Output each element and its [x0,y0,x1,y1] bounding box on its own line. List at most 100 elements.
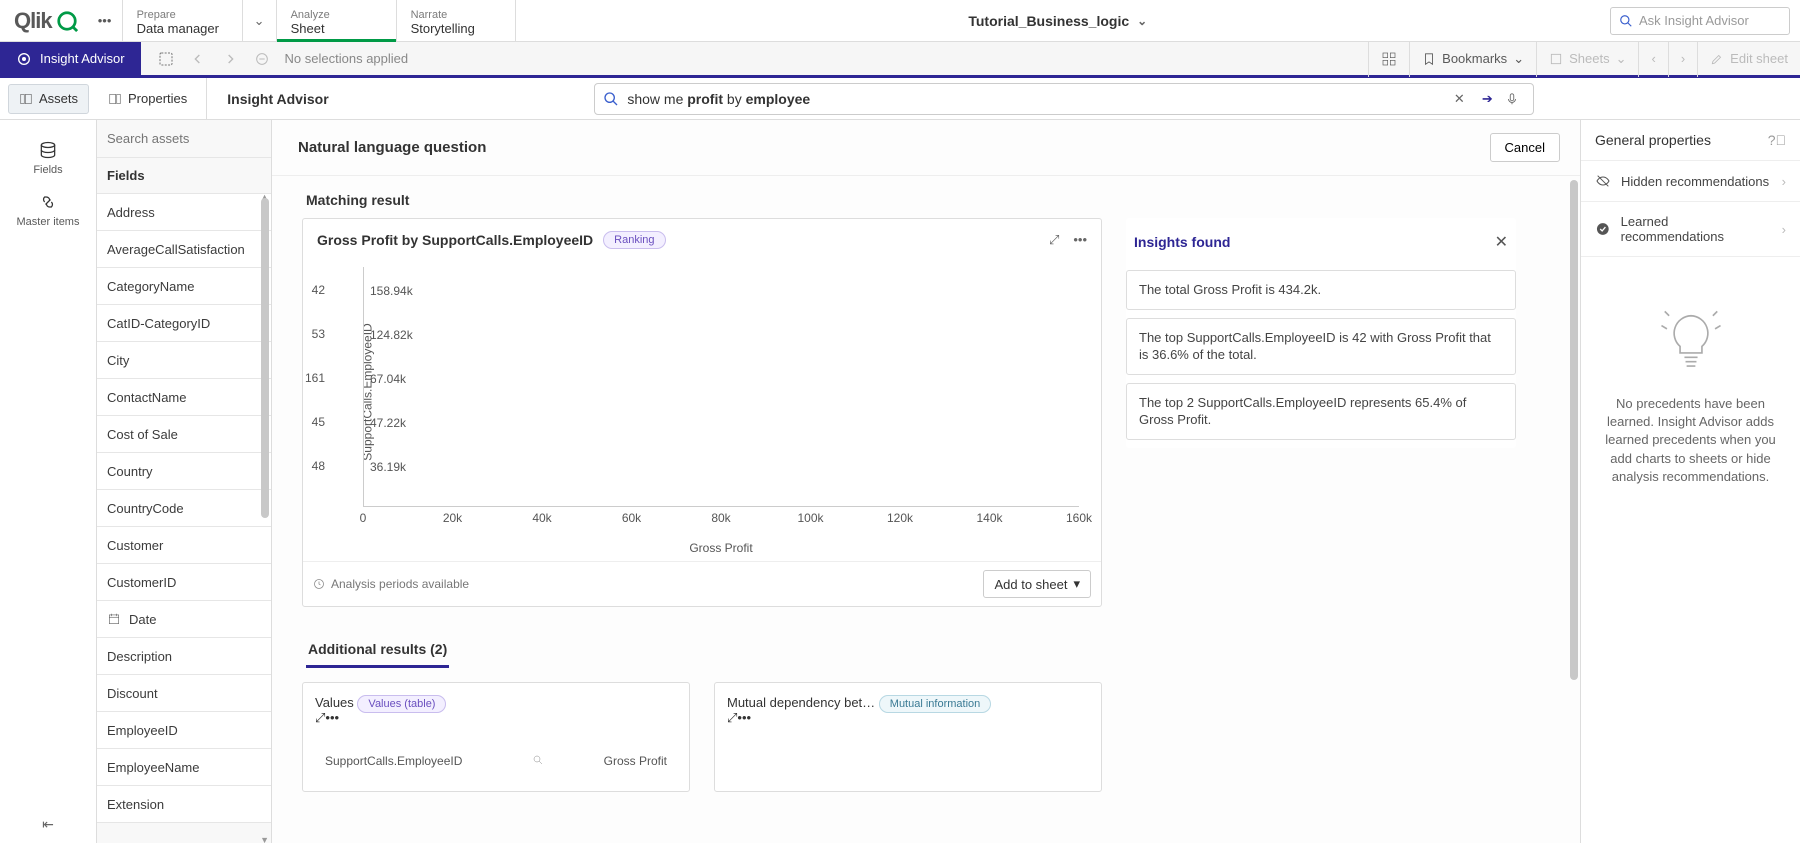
assets-panel: Fields AddressAverageCallSatisfactionCat… [97,120,272,843]
learned-recommendations-item[interactable]: Learned recommendations › [1581,202,1800,257]
additional-results-tab[interactable]: Additional results (2) [306,633,449,668]
help-icon[interactable]: ?⃝ [1768,132,1786,148]
prev-sheet-button[interactable]: ‹ [1638,41,1667,77]
step-back-button[interactable] [183,44,213,74]
bar-value-label: 36.19k [370,460,406,474]
field-item[interactable]: AverageCallSatisfaction [97,231,271,268]
check-circle-icon [1595,221,1611,237]
database-icon [38,140,58,160]
field-item[interactable]: Address [97,194,271,231]
card-menu-button[interactable]: ••• [325,710,339,725]
field-item[interactable]: EmployeeName [97,749,271,786]
search-icon [603,91,619,107]
x-tick: 60k [622,511,641,525]
center-scrollbar[interactable] [1570,180,1578,680]
chevron-down-icon: ⌄ [1513,51,1524,67]
cancel-button[interactable]: Cancel [1490,133,1560,162]
sheet-icon [1549,52,1563,66]
field-item[interactable]: CountryCode [97,490,271,527]
chart-card: Gross Profit by SupportCalls.EmployeeID … [302,218,1102,607]
assets-search-input[interactable] [107,131,261,146]
nav-prepare[interactable]: Prepare Data manager [122,0,242,41]
brand-text: Qlik [14,8,52,34]
properties-toggle[interactable]: Properties [97,84,198,114]
insight-advisor-button[interactable]: Insight Advisor [0,42,141,75]
submit-query-button[interactable]: ➔ [1477,91,1497,107]
x-tick: 120k [887,511,913,525]
assets-scrollbar[interactable]: ▲ ▼ [259,194,271,843]
link-icon [38,192,58,212]
next-sheet-button[interactable]: › [1668,41,1697,77]
field-item[interactable]: Extension [97,786,271,823]
step-forward-button[interactable] [215,44,245,74]
assets-toggle[interactable]: Assets [8,84,89,114]
insight-item: The top 2 SupportCalls.EmployeeID repres… [1126,383,1516,440]
nav-narrate[interactable]: Narrate Storytelling [396,0,516,41]
chevron-down-icon: ⌄ [1616,51,1627,67]
x-tick: 40k [532,511,551,525]
chevron-right-icon: › [1782,174,1786,189]
empty-state-text: No precedents have been learned. Insight… [1601,395,1780,486]
field-item[interactable]: Cost of Sale [97,416,271,453]
matching-result-heading: Matching result [306,192,1558,208]
field-item[interactable]: CategoryName [97,268,271,305]
nav-prepare-dropdown[interactable]: ⌄ [242,0,276,41]
field-item[interactable]: Date [97,601,271,638]
field-item[interactable]: Description [97,638,271,675]
rail-collapse-button[interactable]: ⇤ [42,816,54,833]
nav-analyze[interactable]: Analyze Sheet [276,0,396,41]
hidden-recommendations-item[interactable]: Hidden recommendations › [1581,161,1800,202]
sheets-button[interactable]: Sheets⌄ [1536,41,1638,77]
values-card: Values Values (table) ⤢••• SupportCalls.… [302,682,690,792]
chart-type-pill: Ranking [603,231,665,249]
x-axis-label: Gross Profit [689,541,752,555]
field-item[interactable]: EmployeeID [97,712,271,749]
x-tick: 20k [443,511,462,525]
bookmarks-button[interactable]: Bookmarks⌄ [1409,41,1536,77]
bar-value-label: 47.22k [370,416,406,430]
edit-sheet-button[interactable]: Edit sheet [1697,41,1800,77]
close-insights-button[interactable]: ✕ [1495,232,1508,252]
insights-panel: Insights found ✕ The total Gross Profit … [1126,218,1516,448]
global-search[interactable]: Ask Insight Advisor [1610,7,1790,35]
add-to-sheet-button[interactable]: Add to sheet ▾ [983,570,1091,598]
clear-selections-button[interactable] [247,44,277,74]
selections-tool-button[interactable] [1368,41,1409,77]
x-tick: 140k [976,511,1002,525]
bar-value-label: 158.94k [370,284,413,298]
field-item[interactable]: CatID-CategoryID [97,305,271,342]
bookmark-icon [1422,52,1436,66]
smart-search-button[interactable] [151,44,181,74]
mutual-dependency-card: Mutual dependency bet… Mutual informatio… [714,682,1102,792]
rail-fields[interactable]: Fields [0,132,96,184]
expand-button[interactable]: ⤢ [315,710,325,725]
properties-panel: General properties ?⃝ Hidden recommendat… [1580,120,1800,843]
field-item[interactable]: Discount [97,675,271,712]
x-tick: 160k [1066,511,1092,525]
field-item[interactable]: CustomerID [97,564,271,601]
app-title[interactable]: Tutorial_Business_logic ⌄ [516,0,1600,41]
insight-icon [16,51,32,67]
field-item[interactable]: Country [97,453,271,490]
panel-left-icon [19,92,33,106]
field-item[interactable]: ContactName [97,379,271,416]
chart-menu-button[interactable]: ••• [1073,232,1087,248]
brand-icon [56,10,78,32]
nl-query-input[interactable]: show me profit by employee ✕ ➔ [594,83,1534,115]
rail-master-items[interactable]: Master items [0,184,96,236]
global-menu-button[interactable]: ••• [88,0,122,41]
field-item[interactable]: City [97,342,271,379]
expand-button[interactable]: ⤢ [727,710,737,725]
chart-title: Gross Profit by SupportCalls.EmployeeID [317,232,593,248]
bar-value-label: 124.82k [370,328,413,342]
clear-query-button[interactable]: ✕ [1449,91,1469,107]
pencil-icon [1710,52,1724,66]
x-tick: 100k [797,511,823,525]
x-tick: 80k [711,511,730,525]
clock-icon [313,578,325,590]
voice-input-button[interactable] [1505,91,1525,107]
card-menu-button[interactable]: ••• [737,710,751,725]
expand-chart-button[interactable]: ⤢ [1049,232,1059,248]
field-item[interactable]: Customer [97,527,271,564]
app-logo[interactable]: Qlik [0,0,88,41]
